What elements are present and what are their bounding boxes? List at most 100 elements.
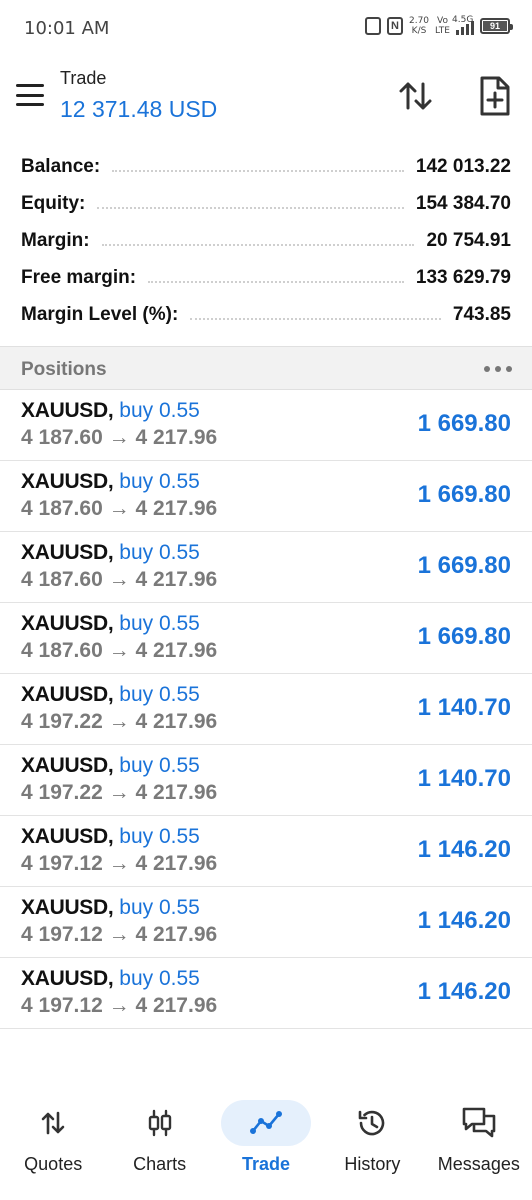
position-open-price: 4 187.60 xyxy=(21,497,103,520)
position-row[interactable]: XAUUSD, buy 0.55 4 187.60 → 4 217.96 1 6… xyxy=(0,603,532,674)
volte-top: Vo xyxy=(437,16,448,26)
nav-charts[interactable]: Charts xyxy=(106,1092,212,1200)
signal-icon: 4.5G xyxy=(452,15,474,35)
dotted-leader xyxy=(112,169,404,172)
charts-icon xyxy=(148,1109,171,1137)
summary-label: Equity: xyxy=(21,192,86,214)
summary-row-margin-level: Margin Level (%): 743.85 xyxy=(0,296,532,333)
vibrate-icon xyxy=(364,17,381,35)
position-row[interactable]: XAUUSD, buy 0.55 4 197.12 → 4 217.96 1 1… xyxy=(0,958,532,1029)
position-open-price: 4 197.22 xyxy=(21,710,103,733)
bottom-navigation: Quotes Charts Trade History Messages xyxy=(0,1092,532,1200)
arrow-icon: → xyxy=(108,568,130,591)
nfc-icon: N xyxy=(386,17,403,35)
summary-value: 743.85 xyxy=(452,303,511,325)
position-side: buy 0.55 xyxy=(119,754,200,777)
position-symbol: XAUUSD, xyxy=(21,754,114,777)
position-row[interactable]: XAUUSD, buy 0.55 4 197.22 → 4 217.96 1 1… xyxy=(0,745,532,816)
summary-label: Free margin: xyxy=(21,266,137,288)
position-symbol: XAUUSD, xyxy=(21,470,114,493)
position-current-price: 4 217.96 xyxy=(135,710,218,733)
position-side: buy 0.55 xyxy=(119,825,200,848)
position-profit: 1 669.80 xyxy=(417,623,511,650)
summary-row-margin: Margin: 20 754.91 xyxy=(0,222,532,259)
position-symbol: XAUUSD, xyxy=(21,612,114,635)
summary-value: 142 013.22 xyxy=(415,155,511,177)
summary-row-balance: Balance: 142 013.22 xyxy=(0,148,532,185)
position-profit: 1 669.80 xyxy=(417,481,511,508)
position-row[interactable]: XAUUSD, buy 0.55 4 187.60 → 4 217.96 1 6… xyxy=(0,532,532,603)
summary-value: 20 754.91 xyxy=(426,229,511,251)
sort-button[interactable] xyxy=(396,76,436,116)
volte-bottom: LTE xyxy=(435,26,450,36)
arrow-icon: → xyxy=(108,639,130,662)
position-current-price: 4 217.96 xyxy=(135,781,218,804)
nav-history[interactable]: History xyxy=(319,1092,425,1200)
position-profit: 1 140.70 xyxy=(417,765,511,792)
position-side: buy 0.55 xyxy=(119,967,200,990)
arrow-icon: → xyxy=(108,852,130,875)
summary-row-free-margin: Free margin: 133 629.79 xyxy=(0,259,532,296)
position-side: buy 0.55 xyxy=(119,683,200,706)
position-symbol: XAUUSD, xyxy=(21,967,114,990)
network-speed-value: 2.70 xyxy=(408,16,430,26)
messages-icon xyxy=(462,1107,496,1138)
position-current-price: 4 217.96 xyxy=(135,923,218,946)
position-row[interactable]: XAUUSD, buy 0.55 4 187.60 → 4 217.96 1 6… xyxy=(0,461,532,532)
positions-list: XAUUSD, buy 0.55 4 187.60 → 4 217.96 1 6… xyxy=(0,390,532,1029)
positions-section-header: Positions xyxy=(0,346,532,390)
position-row[interactable]: XAUUSD, buy 0.55 4 197.12 → 4 217.96 1 1… xyxy=(0,816,532,887)
position-symbol: XAUUSD, xyxy=(21,896,114,919)
position-current-price: 4 217.96 xyxy=(135,852,218,875)
nav-label: Charts xyxy=(133,1154,187,1174)
nav-quotes[interactable]: Quotes xyxy=(0,1092,106,1200)
position-profit: 1 146.20 xyxy=(417,907,511,934)
position-open-price: 4 197.22 xyxy=(21,781,103,804)
summary-value: 133 629.79 xyxy=(415,266,511,288)
position-symbol: XAUUSD, xyxy=(21,825,114,848)
summary-label: Margin Level (%): xyxy=(21,303,179,325)
dotted-leader xyxy=(148,280,404,283)
position-symbol: XAUUSD, xyxy=(21,541,114,564)
menu-button[interactable] xyxy=(16,84,44,106)
nav-messages[interactable]: Messages xyxy=(426,1092,532,1200)
position-open-price: 4 187.60 xyxy=(21,426,103,449)
battery-level: 91 xyxy=(483,21,507,31)
position-side: buy 0.55 xyxy=(119,470,200,493)
arrow-icon: → xyxy=(108,923,130,946)
status-time: 10:01 AM xyxy=(24,18,110,39)
page-title: Trade xyxy=(60,68,107,88)
position-symbol: XAUUSD, xyxy=(21,399,114,422)
summary-row-equity: Equity: 154 384.70 xyxy=(0,185,532,222)
position-profit: 1 146.20 xyxy=(417,978,511,1005)
position-row[interactable]: XAUUSD, buy 0.55 4 197.12 → 4 217.96 1 1… xyxy=(0,887,532,958)
position-side: buy 0.55 xyxy=(119,399,200,422)
arrow-icon: → xyxy=(108,710,130,733)
position-row[interactable]: XAUUSD, buy 0.55 4 187.60 → 4 217.96 1 6… xyxy=(0,390,532,461)
trade-icon xyxy=(250,1111,283,1134)
network-speed-unit: K/S xyxy=(411,26,427,36)
nav-label: Trade xyxy=(242,1154,291,1174)
position-side: buy 0.55 xyxy=(119,612,200,635)
position-side: buy 0.55 xyxy=(119,541,200,564)
more-options-button[interactable] xyxy=(484,359,512,379)
status-icons: N 2.70 K/S Vo LTE 4.5G 91 xyxy=(364,15,513,36)
sort-icon xyxy=(399,82,432,110)
position-symbol: XAUUSD, xyxy=(21,683,114,706)
arrow-icon: → xyxy=(108,497,130,520)
summary-label: Balance: xyxy=(21,155,101,177)
positions-title: Positions xyxy=(21,359,107,380)
position-current-price: 4 217.96 xyxy=(135,426,218,449)
position-profit: 1 140.70 xyxy=(417,694,511,721)
nav-label: Quotes xyxy=(24,1154,83,1174)
position-side: buy 0.55 xyxy=(119,896,200,919)
nav-trade[interactable]: Trade xyxy=(213,1092,319,1200)
arrow-icon: → xyxy=(108,426,130,449)
volte-indicator: Vo LTE xyxy=(435,16,450,36)
nav-label: History xyxy=(344,1154,401,1174)
position-current-price: 4 217.96 xyxy=(135,568,218,591)
dotted-leader xyxy=(190,317,441,320)
position-row[interactable]: XAUUSD, buy 0.55 4 197.22 → 4 217.96 1 1… xyxy=(0,674,532,745)
new-order-button[interactable] xyxy=(474,74,514,118)
network-speed: 2.70 K/S xyxy=(409,16,429,36)
